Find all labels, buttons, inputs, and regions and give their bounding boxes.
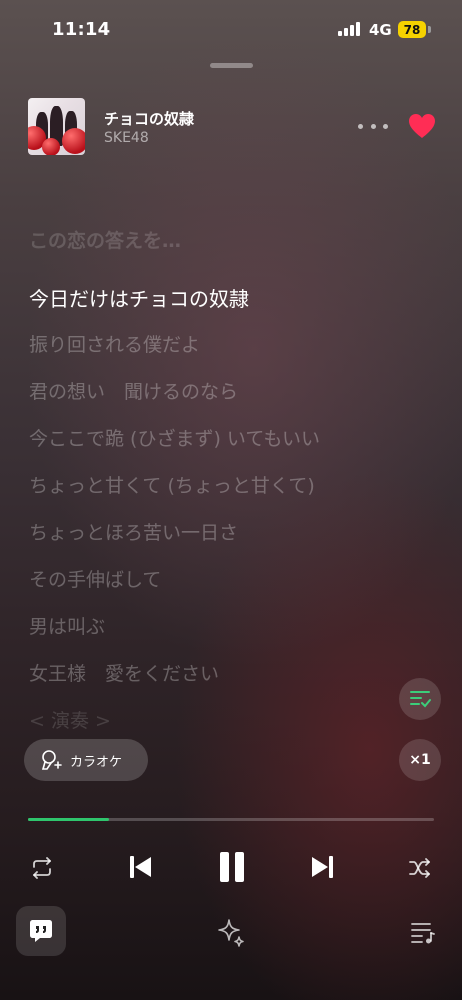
previous-button[interactable] xyxy=(124,851,156,883)
lyric-line[interactable]: ちょっと甘くて (ちょっと甘くて) xyxy=(29,471,315,498)
battery-level: 78 xyxy=(398,21,426,38)
lyric-line[interactable]: 男は叫ぶ xyxy=(29,612,105,639)
lyric-line[interactable]: 女王様 愛をください xyxy=(29,659,219,686)
microphone-icon xyxy=(41,750,62,770)
playback-speed-button[interactable]: ×1 xyxy=(399,739,441,781)
lyrics-sync-icon xyxy=(410,691,431,708)
network-type: 4G xyxy=(369,21,392,39)
repeat-icon xyxy=(33,857,51,879)
queue-button[interactable] xyxy=(408,918,438,946)
queue-icon xyxy=(411,923,435,944)
sparkle-icon xyxy=(218,919,244,947)
track-title[interactable]: チョコの奴隷 xyxy=(104,108,194,129)
shuffle-button[interactable] xyxy=(406,854,434,882)
track-artist[interactable]: SKE48 xyxy=(104,130,149,146)
progress-bar[interactable] xyxy=(28,818,434,821)
lyric-line[interactable]: この恋の答えを… xyxy=(29,226,181,253)
karaoke-label: カラオケ xyxy=(70,754,123,770)
lyric-line[interactable]: ちょっとほろ苦い一日さ xyxy=(29,518,238,545)
next-button[interactable] xyxy=(307,851,339,883)
battery-tip xyxy=(428,26,431,33)
repeat-button[interactable] xyxy=(28,854,56,882)
more-button[interactable] xyxy=(358,117,388,135)
lyrics-sync-button[interactable] xyxy=(399,678,441,720)
ai-button[interactable] xyxy=(215,916,247,948)
karaoke-button[interactable]: カラオケ xyxy=(24,739,148,781)
sheet-grabber[interactable] xyxy=(210,63,253,68)
lyric-line[interactable]: 今ここで跪 (ひざまず) いてもいい xyxy=(29,424,320,451)
progress-fill xyxy=(28,818,110,821)
lyrics-share-button[interactable] xyxy=(16,906,66,956)
lyric-line[interactable]: 君の想い 聞けるのなら xyxy=(29,377,238,404)
cellular-signal-icon xyxy=(338,22,362,36)
lyric-line[interactable]: その手伸ばして xyxy=(29,565,161,592)
previous-icon xyxy=(130,856,151,878)
pause-icon xyxy=(220,852,244,882)
more-icon xyxy=(358,123,363,129)
next-icon xyxy=(312,856,333,878)
like-button[interactable] xyxy=(407,112,437,140)
lyric-line[interactable]: 振り回される僕だよ xyxy=(29,330,200,357)
lyric-line[interactable]: < 演奏 > xyxy=(29,706,111,733)
pause-button[interactable] xyxy=(215,849,249,885)
status-time: 11:14 xyxy=(52,19,111,40)
album-art[interactable] xyxy=(28,98,85,155)
lyric-line-current[interactable]: 今日だけはチョコの奴隷 xyxy=(29,283,249,312)
shuffle-icon xyxy=(409,858,430,878)
lyrics-share-icon xyxy=(30,920,52,942)
heart-icon xyxy=(409,114,435,138)
